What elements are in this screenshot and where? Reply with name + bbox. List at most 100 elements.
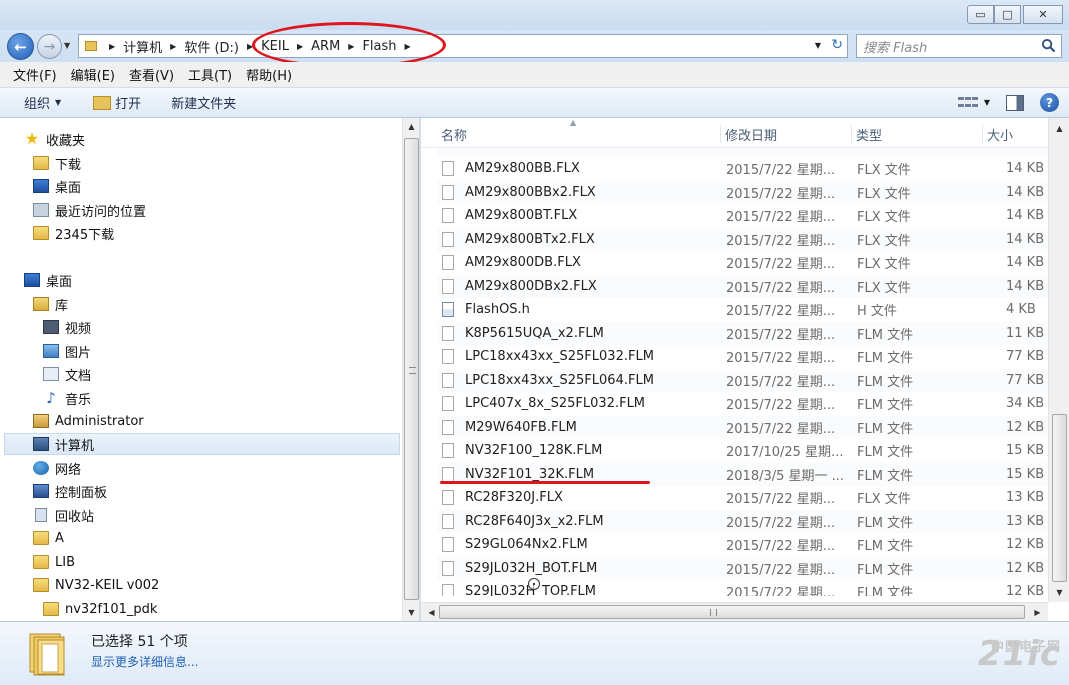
menu-file[interactable]: 文件(F) xyxy=(6,65,64,84)
file-name-cell[interactable]: RC28F320J.FLX xyxy=(442,490,563,505)
file-list-hscrollbar[interactable]: ◀ ▶ xyxy=(421,602,1048,621)
file-list-scrollbar[interactable]: ▲ ▼ xyxy=(1048,118,1069,602)
nav-scroll-thumb[interactable] xyxy=(404,138,419,600)
nav-item-favorites[interactable]: ★ 收藏夹 xyxy=(24,128,85,150)
file-name-cell[interactable]: M29W640FB.FLM xyxy=(442,419,577,435)
breadcrumb-root-chevron[interactable]: ▶ xyxy=(101,42,123,51)
file-name-cell[interactable]: FlashOS.h xyxy=(442,302,530,317)
file-name-cell[interactable]: AM29x800DB.FLX xyxy=(442,255,581,270)
table-row[interactable]: NV32F100_128K.FLM 2017/10/25 星期... FLM 文件 1… xyxy=(437,439,1048,462)
preview-pane-icon[interactable] xyxy=(1006,94,1024,111)
address-bar[interactable]: ▶ 计算机 ▶ 软件 (D:) ▶ KEIL ▶ ARM ▶ Flash ▶ ▼ ↻ xyxy=(78,34,848,58)
change-view-button[interactable]: ▼ xyxy=(957,96,990,110)
nav-item-nv32-keil[interactable]: NV32-KEIL v002 xyxy=(33,574,159,596)
nav-item-nv32f101-pdk[interactable]: nv32f101_pdk xyxy=(43,598,157,620)
scroll-up-arrow[interactable]: ▲ xyxy=(403,118,420,135)
table-row[interactable]: S29GL064Nx2.FLM 2015/7/22 星期... FLM 文件 12 K… xyxy=(437,533,1048,556)
nav-item-recycle-bin[interactable]: 回收站 xyxy=(33,504,94,526)
table-row[interactable]: AM29x800BBx2.FLX 2015/7/22 星期... FLX 文件 14 … xyxy=(437,180,1048,204)
breadcrumb-flash[interactable]: Flash ▶ xyxy=(362,39,418,54)
table-row[interactable]: AM29x800BB.FLX 2015/7/22 星期... FLX 文件 14 KB xyxy=(437,157,1048,180)
refresh-icon[interactable]: ↻ xyxy=(831,37,843,53)
close-button[interactable]: ✕ xyxy=(1023,5,1063,24)
nav-scrollbar[interactable]: ▲ ▼ xyxy=(402,118,419,621)
nav-item-documents[interactable]: 文档 xyxy=(43,363,91,385)
nav-item-recent[interactable]: 最近访问的位置 xyxy=(33,199,146,221)
column-header-type[interactable]: 类型 xyxy=(851,125,981,144)
nav-item-network[interactable]: 网络 xyxy=(33,457,81,479)
file-name-cell[interactable]: NV32F100_128K.FLM xyxy=(442,443,602,458)
recent-pages-dropdown[interactable]: ▼ xyxy=(64,41,70,50)
nav-item-folder-lib[interactable]: LIB xyxy=(33,551,75,573)
nav-item-2345-downloads[interactable]: 2345下载 xyxy=(33,222,114,244)
file-hscroll-thumb[interactable] xyxy=(439,605,1025,619)
table-row[interactable]: RC28F640J3x_x2.FLM 2015/7/22 星期... FLM 文件 1… xyxy=(437,509,1048,533)
nav-item-computer[interactable]: 计算机 xyxy=(4,433,400,455)
open-button[interactable]: 打开 xyxy=(93,93,141,112)
file-name-cell[interactable]: S29GL064Nx2.FLM xyxy=(442,537,588,552)
scroll-down-arrow[interactable]: ▼ xyxy=(1051,584,1068,601)
nav-item-administrator[interactable]: Administrator xyxy=(33,410,144,432)
scroll-up-arrow[interactable]: ▲ xyxy=(1051,120,1068,137)
file-name-cell[interactable]: AM29x800BB.FLX xyxy=(442,161,580,176)
column-header-size[interactable]: 大小 xyxy=(982,125,1048,144)
file-name-cell[interactable]: AM29x800BTx2.FLX xyxy=(442,231,595,247)
file-name-cell[interactable]: RC28F640J3x_x2.FLM xyxy=(442,513,604,529)
nav-item-downloads[interactable]: 下载 xyxy=(33,152,81,174)
table-row[interactable]: AM29x800DBx2.FLX 2015/7/22 星期... FLX 文件 14 … xyxy=(437,274,1048,298)
breadcrumb-drive-d[interactable]: 软件 (D:) ▶ xyxy=(184,37,261,56)
nav-item-desktop-fav[interactable]: 桌面 xyxy=(33,175,81,197)
column-header-name[interactable]: 名称 xyxy=(441,125,467,144)
nav-item-libraries[interactable]: 库 xyxy=(33,293,68,315)
breadcrumb-arm[interactable]: ARM ▶ xyxy=(311,39,362,54)
help-icon[interactable]: ? xyxy=(1040,93,1059,112)
table-row[interactable]: S29JL032H_BOT.FLM 2015/7/22 星期... FLM 文件 12… xyxy=(437,556,1048,580)
address-dropdown-icon[interactable]: ▼ xyxy=(815,41,821,50)
nav-item-folder-a[interactable]: A xyxy=(33,527,64,549)
new-folder-button[interactable]: 新建文件夹 xyxy=(171,93,236,112)
nav-item-music[interactable]: ♪ 音乐 xyxy=(43,387,91,409)
nav-item-pictures[interactable]: 图片 xyxy=(43,340,91,362)
breadcrumb-computer[interactable]: 计算机 ▶ xyxy=(123,37,184,56)
menu-view[interactable]: 查看(V) xyxy=(122,65,181,84)
file-name-cell[interactable]: S29JL032H_TOP.FLM xyxy=(442,584,596,596)
search-icon[interactable] xyxy=(1041,38,1056,53)
table-row[interactable]: LPC407x_8x_S25FL032.FLM 2015/7/22 星期... FL… xyxy=(437,392,1048,415)
file-name-cell[interactable]: AM29x800DBx2.FLX xyxy=(442,278,597,294)
file-name-cell[interactable]: S29JL032H_BOT.FLM xyxy=(442,560,597,576)
show-more-details-link[interactable]: 显示更多详细信息... xyxy=(91,653,198,670)
maximize-button[interactable]: □ xyxy=(994,5,1021,24)
menu-edit[interactable]: 编辑(E) xyxy=(64,65,122,84)
nav-item-desktop[interactable]: 桌面 xyxy=(24,269,72,291)
file-name-cell[interactable]: K8P5615UQA_x2.FLM xyxy=(442,325,604,341)
column-header-modified[interactable]: 修改日期 xyxy=(720,125,850,144)
table-row[interactable]: M29W640FB.FLM 2015/7/22 星期... FLM 文件 12 KB xyxy=(437,415,1048,439)
file-name-cell[interactable]: NV32F101_32K.FLM xyxy=(442,466,594,482)
file-name-cell[interactable]: AM29x800BBx2.FLX xyxy=(442,184,596,200)
table-row[interactable]: K8P5615UQA_x2.FLM 2015/7/22 星期... FLM 文件 11… xyxy=(437,321,1048,345)
forward-button[interactable]: → xyxy=(37,34,62,59)
table-row[interactable]: AM29x800BTx2.FLX 2015/7/22 星期... FLX 文件 14 … xyxy=(437,227,1048,251)
search-input[interactable]: 搜索 Flash xyxy=(856,34,1062,58)
menu-help[interactable]: 帮助(H) xyxy=(239,65,299,84)
table-row[interactable]: LPC18xx43xx_S25FL064.FLM 2015/7/22 星期... F… xyxy=(437,368,1048,392)
scroll-down-arrow[interactable]: ▼ xyxy=(403,604,420,621)
nav-item-videos[interactable]: 视频 xyxy=(43,316,91,338)
menu-tools[interactable]: 工具(T) xyxy=(181,65,239,84)
table-row[interactable]: LPC18xx43xx_S25FL032.FLM 2015/7/22 星期... F… xyxy=(437,345,1048,368)
back-button[interactable]: ← xyxy=(7,33,34,60)
organize-button[interactable]: 组织 ▼ xyxy=(24,93,61,112)
table-row[interactable]: AM29x800BT.FLX 2015/7/22 星期... FLX 文件 14 KB xyxy=(437,204,1048,227)
file-name-cell[interactable]: LPC407x_8x_S25FL032.FLM xyxy=(442,396,645,411)
file-name-cell[interactable]: LPC18xx43xx_S25FL032.FLM xyxy=(442,349,654,364)
file-name-cell[interactable]: LPC18xx43xx_S25FL064.FLM xyxy=(442,372,654,388)
scroll-right-arrow[interactable]: ▶ xyxy=(1029,603,1046,621)
breadcrumb-keil[interactable]: KEIL ▶ xyxy=(261,39,311,54)
scroll-left-arrow[interactable]: ◀ xyxy=(423,603,440,621)
minimize-button[interactable]: ▭ xyxy=(967,5,994,24)
nav-item-control-panel[interactable]: 控制面板 xyxy=(33,480,107,502)
file-name-cell[interactable]: AM29x800BT.FLX xyxy=(442,208,577,223)
table-row[interactable]: RC28F320J.FLX 2015/7/22 星期... FLX 文件 13 KB xyxy=(437,486,1048,509)
file-scroll-thumb[interactable] xyxy=(1052,414,1067,582)
table-row[interactable]: FlashOS.h 2015/7/22 星期... H 文件 4 KB xyxy=(437,298,1048,321)
